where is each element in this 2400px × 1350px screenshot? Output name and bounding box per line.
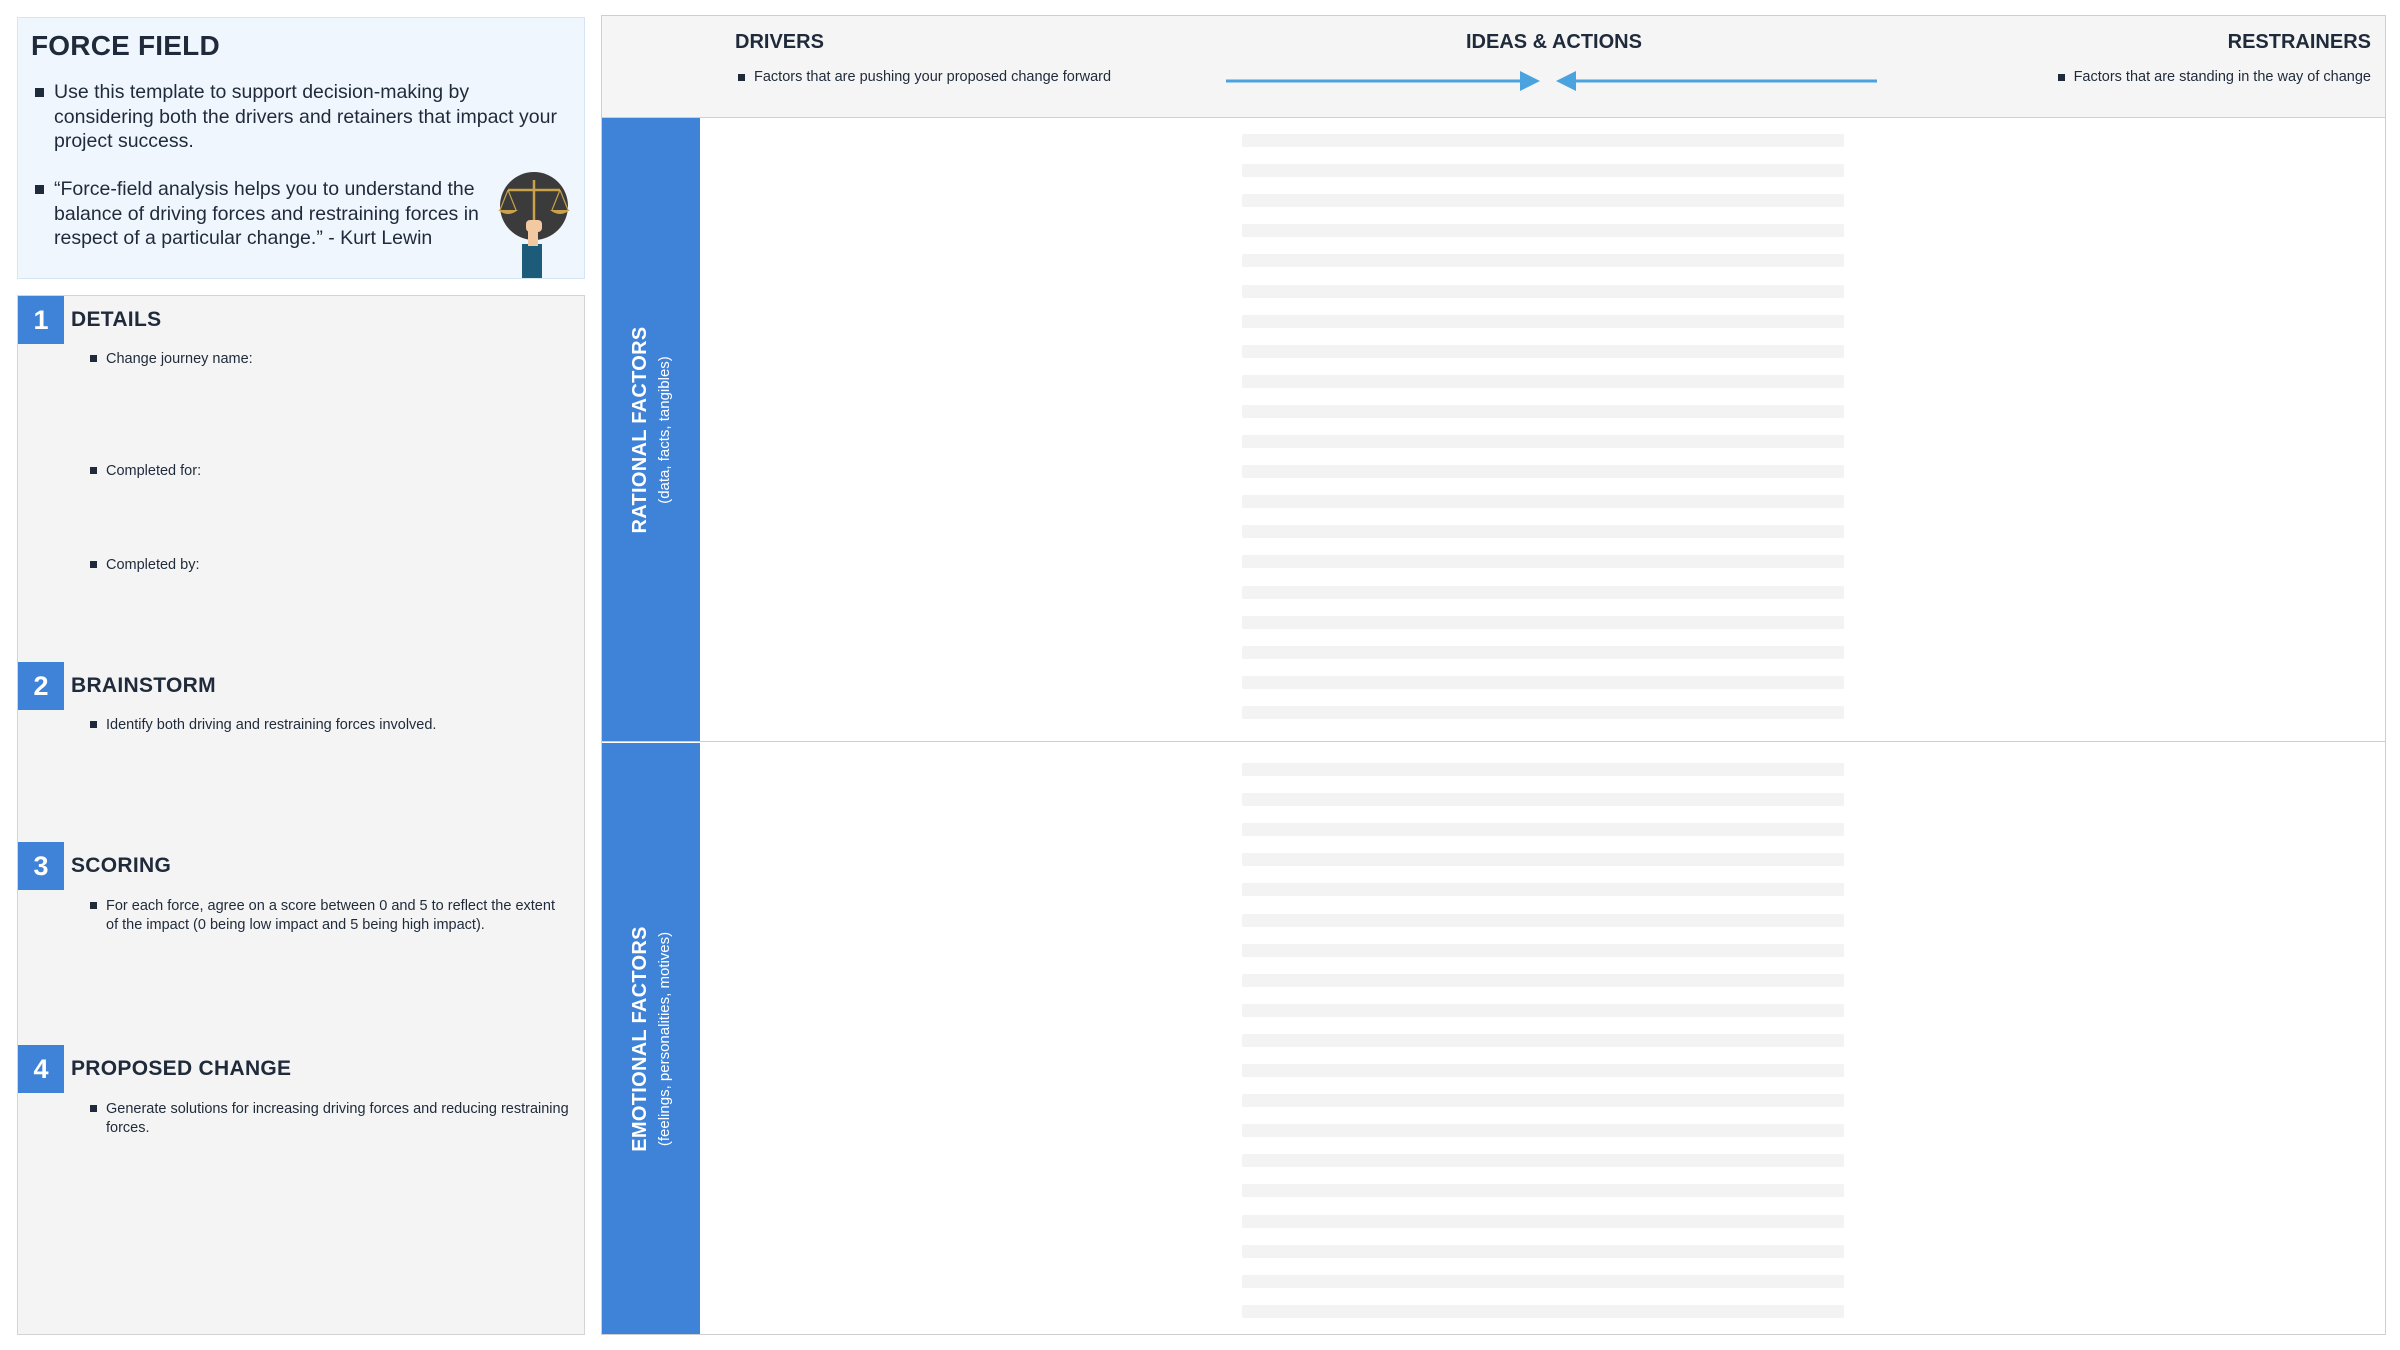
restrainers-heading: RESTRAINERS xyxy=(2227,31,2371,53)
placeholder-line[interactable] xyxy=(1242,793,1844,806)
placeholder-line[interactable] xyxy=(1242,224,1844,237)
step-number: 4 xyxy=(18,1045,64,1093)
step-title: SCORING xyxy=(71,854,172,877)
placeholder-line[interactable] xyxy=(1242,375,1844,388)
emotional-factors-row: EMOTIONAL FACTORS (feelings, personaliti… xyxy=(602,743,2385,1334)
intro-quote-text: “Force-field analysis helps you to under… xyxy=(54,178,479,249)
intro-bullet-text: Use this template to support decision-ma… xyxy=(54,81,557,152)
placeholder-line[interactable] xyxy=(1242,706,1844,719)
step-item-text: For each force, agree on a score between… xyxy=(106,898,555,933)
bullet-square-icon xyxy=(90,561,97,568)
placeholder-line[interactable] xyxy=(1242,285,1844,298)
placeholder-line[interactable] xyxy=(1242,763,1844,776)
placeholder-line[interactable] xyxy=(1242,853,1844,866)
placeholder-line[interactable] xyxy=(1242,914,1844,927)
step-item-text: Generate solutions for increasing drivin… xyxy=(106,1101,569,1136)
placeholder-line[interactable] xyxy=(1242,676,1844,689)
intro-quote: “Force-field analysis helps you to under… xyxy=(35,177,525,251)
placeholder-line[interactable] xyxy=(1242,646,1844,659)
placeholder-line[interactable] xyxy=(1242,883,1844,896)
step-item-text: Identify both driving and restraining fo… xyxy=(106,717,437,733)
opposing-arrows-icon xyxy=(1226,71,1877,91)
placeholder-line[interactable] xyxy=(1242,405,1844,418)
bullet-square-icon xyxy=(2057,74,2065,81)
placeholder-line[interactable] xyxy=(1242,134,1844,147)
step-title: BRAINSTORM xyxy=(71,674,216,697)
step-number: 1 xyxy=(18,296,64,344)
placeholder-line[interactable] xyxy=(1242,1004,1844,1017)
placeholder-line[interactable] xyxy=(1242,1034,1844,1047)
placeholder-line[interactable] xyxy=(1242,1215,1844,1228)
placeholder-line[interactable] xyxy=(1242,586,1844,599)
rational-factors-row: RATIONAL FACTORS (data, facts, tangibles… xyxy=(602,118,2385,742)
placeholder-line[interactable] xyxy=(1242,1094,1844,1107)
placeholder-line[interactable] xyxy=(1242,345,1844,358)
bullet-square-icon xyxy=(90,902,97,909)
rational-factors-label: RATIONAL FACTORS (data, facts, tangibles… xyxy=(602,118,700,741)
placeholder-line[interactable] xyxy=(1242,465,1844,478)
step-title: DETAILS xyxy=(71,308,162,331)
drivers-description: Factors that are pushing your proposed c… xyxy=(738,69,1111,85)
bullet-square-icon xyxy=(90,721,97,728)
step-item: Identify both driving and restraining fo… xyxy=(90,716,570,735)
step-item: For each force, agree on a score between… xyxy=(90,897,570,935)
placeholder-line[interactable] xyxy=(1242,1305,1844,1318)
placeholder-line[interactable] xyxy=(1242,194,1844,207)
placeholder-line[interactable] xyxy=(1242,1245,1844,1258)
placeholder-line[interactable] xyxy=(1242,944,1844,957)
emotional-factors-label: EMOTIONAL FACTORS (feelings, personaliti… xyxy=(602,743,700,1334)
ideas-actions-heading: IDEAS & ACTIONS xyxy=(1466,31,1642,53)
placeholder-line[interactable] xyxy=(1242,823,1844,836)
step-item-text: Completed by: xyxy=(106,557,200,573)
restrainers-description: Factors that are standing in the way of … xyxy=(2057,69,2371,85)
bullet-square-icon xyxy=(35,88,44,97)
step-item-text: Change journey name: xyxy=(106,351,253,367)
placeholder-line[interactable] xyxy=(1242,525,1844,538)
step-item: Generate solutions for increasing drivin… xyxy=(90,1100,570,1138)
scales-of-justice-icon xyxy=(498,172,570,278)
step-title: PROPOSED CHANGE xyxy=(71,1057,292,1080)
placeholder-line[interactable] xyxy=(1242,435,1844,448)
page-title: FORCE FIELD xyxy=(31,30,220,61)
bullet-square-icon xyxy=(35,185,44,194)
force-field-board: DRIVERS Factors that are pushing your pr… xyxy=(601,15,2386,1335)
step-item: Completed by: xyxy=(90,556,570,575)
bullet-square-icon xyxy=(90,467,97,474)
intro-bullet: Use this template to support decision-ma… xyxy=(35,80,565,154)
row-label: EMOTIONAL FACTORS xyxy=(629,925,651,1152)
step-item: Completed for: xyxy=(90,462,570,481)
placeholder-line[interactable] xyxy=(1242,1124,1844,1137)
placeholder-line[interactable] xyxy=(1242,616,1844,629)
row-sublabel: (feelings, personalities, motives) xyxy=(656,931,673,1146)
placeholder-line[interactable] xyxy=(1242,1184,1844,1197)
placeholder-line[interactable] xyxy=(1242,254,1844,267)
placeholder-line[interactable] xyxy=(1242,1275,1844,1288)
step-item: Change journey name: xyxy=(90,350,570,369)
board-header: DRIVERS Factors that are pushing your pr… xyxy=(602,16,2385,118)
placeholder-line[interactable] xyxy=(1242,555,1844,568)
drivers-description-text: Factors that are pushing your proposed c… xyxy=(754,69,1112,85)
bullet-square-icon xyxy=(90,355,97,362)
restrainers-description-text: Factors that are standing in the way of … xyxy=(2073,69,2371,85)
placeholder-line[interactable] xyxy=(1242,164,1844,177)
step-number: 2 xyxy=(18,662,64,710)
bullet-square-icon xyxy=(738,74,745,81)
row-label: RATIONAL FACTORS xyxy=(629,325,651,534)
row-sublabel: (data, facts, tangibles) xyxy=(656,355,673,504)
placeholder-line[interactable] xyxy=(1242,495,1844,508)
drivers-heading: DRIVERS xyxy=(735,31,824,53)
bullet-square-icon xyxy=(90,1105,97,1112)
placeholder-line[interactable] xyxy=(1242,1064,1844,1077)
placeholder-line[interactable] xyxy=(1242,974,1844,987)
step-item-text: Completed for: xyxy=(106,463,202,479)
placeholder-line[interactable] xyxy=(1242,1154,1844,1167)
steps-panel: 1 DETAILS Change journey name: Completed… xyxy=(17,295,585,1335)
step-number: 3 xyxy=(18,842,64,890)
placeholder-line[interactable] xyxy=(1242,315,1844,328)
